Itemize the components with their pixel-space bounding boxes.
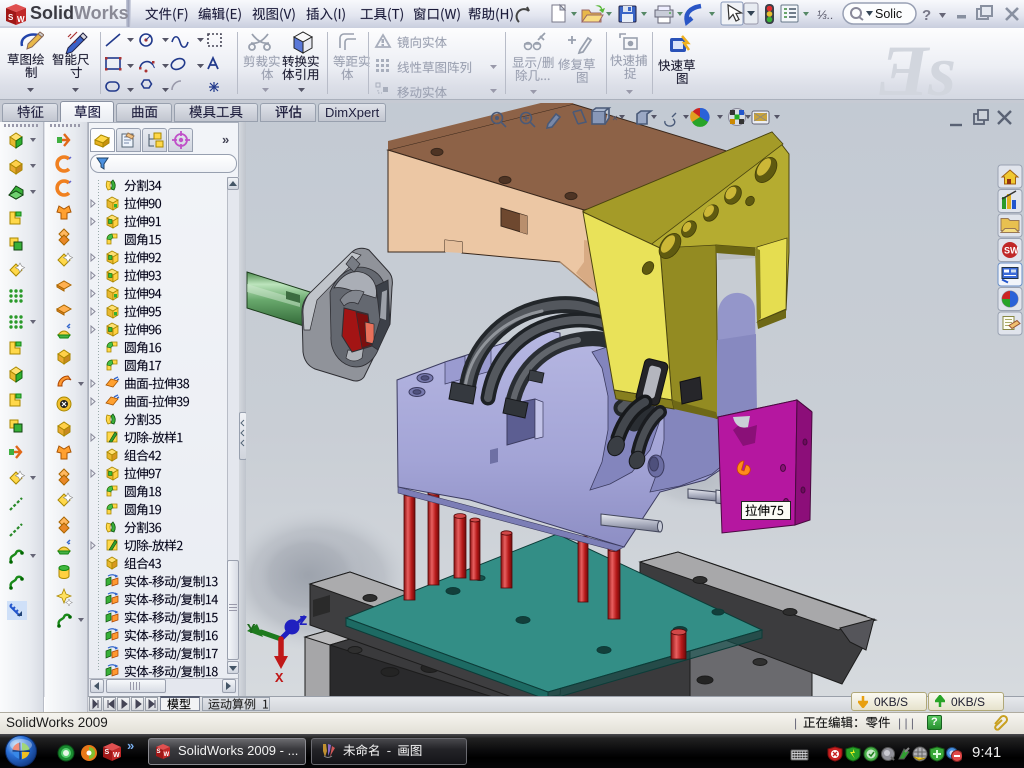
svg-text:?: ? [922,7,931,24]
svg-text:SW: SW [1004,246,1019,256]
svg-text:S: S [157,749,161,755]
svg-text:X: X [275,671,284,687]
svg-text:Y: Y [247,622,256,638]
svg-text:W: W [113,752,120,759]
svg-text:Solic: Solic [875,7,902,21]
svg-text:⅓..: ⅓.. [817,8,834,22]
svg-text:S: S [8,13,14,22]
svg-text:W: W [17,15,25,24]
svg-text:W: W [164,752,170,758]
svg-text:S: S [105,749,110,756]
svg-text:Z: Z [299,614,307,630]
